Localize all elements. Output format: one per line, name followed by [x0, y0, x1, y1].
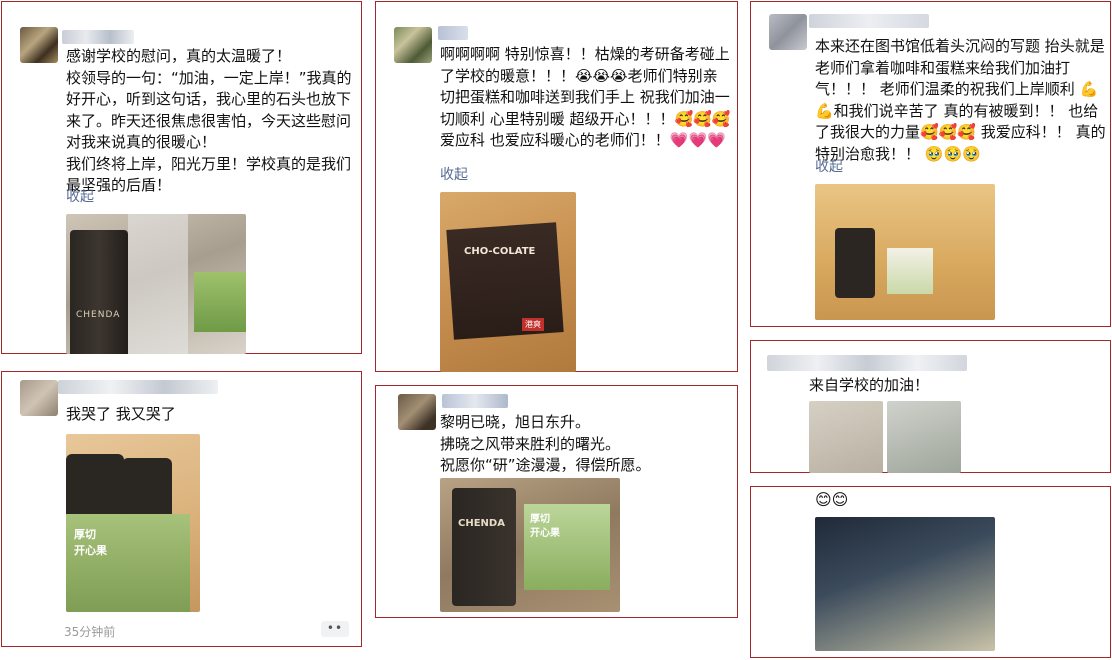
post-text: 我哭了 我又哭了	[66, 405, 176, 423]
username-blurred[interactable]	[62, 30, 134, 44]
box-label: 厚切	[530, 514, 550, 525]
more-actions-button[interactable]: ••	[321, 621, 349, 637]
box-label: CHO-COLATE	[464, 246, 536, 257]
post-photo[interactable]	[815, 184, 995, 320]
box-label: 开心果	[74, 544, 107, 557]
post-card-3: 本来还在图书馆低着头沉闷的写题 抬头就是老师们拿着咖啡和蛋糕来给我们加油打气！！…	[750, 1, 1111, 327]
collapse-link[interactable]: 收起	[66, 186, 94, 206]
post-photo[interactable]	[887, 401, 961, 473]
post-photo[interactable]: CHO-COLATE 港爽	[440, 192, 576, 372]
coffee-cup	[70, 230, 128, 354]
post-card-1: 感谢学校的慰问，真的太温暖了！ 校领导的一句：“加油，一定上岸！”我真的好开心，…	[1, 1, 362, 354]
post-card-7: 😊😊	[750, 486, 1111, 658]
collapse-link[interactable]: 收起	[815, 156, 843, 176]
avatar[interactable]	[20, 27, 58, 63]
box-label: 厚切	[74, 528, 96, 541]
coffee-cup	[835, 228, 875, 298]
avatar[interactable]	[398, 394, 436, 430]
cup-label: CHENDA	[458, 518, 505, 529]
username-blurred[interactable]	[767, 355, 967, 371]
post-photo[interactable]: CHENDA 厚切 开心果	[440, 478, 620, 612]
cake-box	[887, 248, 933, 294]
username-blurred[interactable]	[809, 14, 929, 28]
post-timestamp: 35分钟前	[64, 625, 116, 639]
post-card-4: 我哭了 我又哭了 厚切 开心果 35分钟前 ••	[1, 371, 362, 647]
username-blurred[interactable]	[438, 26, 468, 40]
post-photo[interactable]: CHENDA	[66, 214, 246, 354]
post-card-5: 黎明已晓，旭日东升。 拂晓之风带来胜利的曙光。 祝愿你“研”途漫漫，得偿所愿。 …	[375, 385, 738, 618]
post-card-2: 啊啊啊啊 特别惊喜！！枯燥的考研备考碰上了学校的暖意！！！😭😭😭老师们特别亲切把…	[375, 1, 738, 372]
username-blurred[interactable]	[442, 394, 508, 408]
post-text: 感谢学校的慰问，真的太温暖了！ 校领导的一句：“加油，一定上岸！”我真的好开心，…	[66, 47, 352, 194]
post-photo[interactable]	[809, 401, 883, 473]
collapse-link[interactable]: 收起	[440, 164, 468, 184]
box-badge: 港爽	[522, 318, 544, 331]
coffee-cup	[452, 488, 516, 606]
cup-label: CHENDA	[76, 310, 121, 320]
cake-box	[194, 272, 246, 332]
avatar[interactable]	[20, 380, 58, 416]
username-blurred[interactable]	[58, 380, 218, 394]
avatar[interactable]	[394, 27, 432, 63]
post-text: 本来还在图书馆低着头沉闷的写题 抬头就是老师们拿着咖啡和蛋糕来给我们加油打气！！…	[815, 37, 1106, 163]
box-label: 开心果	[530, 528, 560, 539]
plastic-bag	[128, 214, 188, 354]
post-photo[interactable]: 厚切 开心果	[66, 434, 200, 612]
cake-box	[446, 222, 564, 340]
post-photo[interactable]	[815, 517, 995, 651]
avatar[interactable]	[769, 14, 807, 50]
post-card-6: 来自学校的加油！	[750, 340, 1111, 473]
post-text: 啊啊啊啊 特别惊喜！！枯燥的考研备考碰上了学校的暖意！！！😭😭😭老师们特别亲切把…	[440, 45, 731, 149]
post-text: 黎明已晓，旭日东升。 拂晓之风带来胜利的曙光。 祝愿你“研”途漫漫，得偿所愿。	[440, 413, 651, 474]
post-text: 来自学校的加油！	[809, 376, 930, 394]
post-text: 😊😊	[815, 490, 849, 509]
coffee-cup	[122, 458, 172, 518]
